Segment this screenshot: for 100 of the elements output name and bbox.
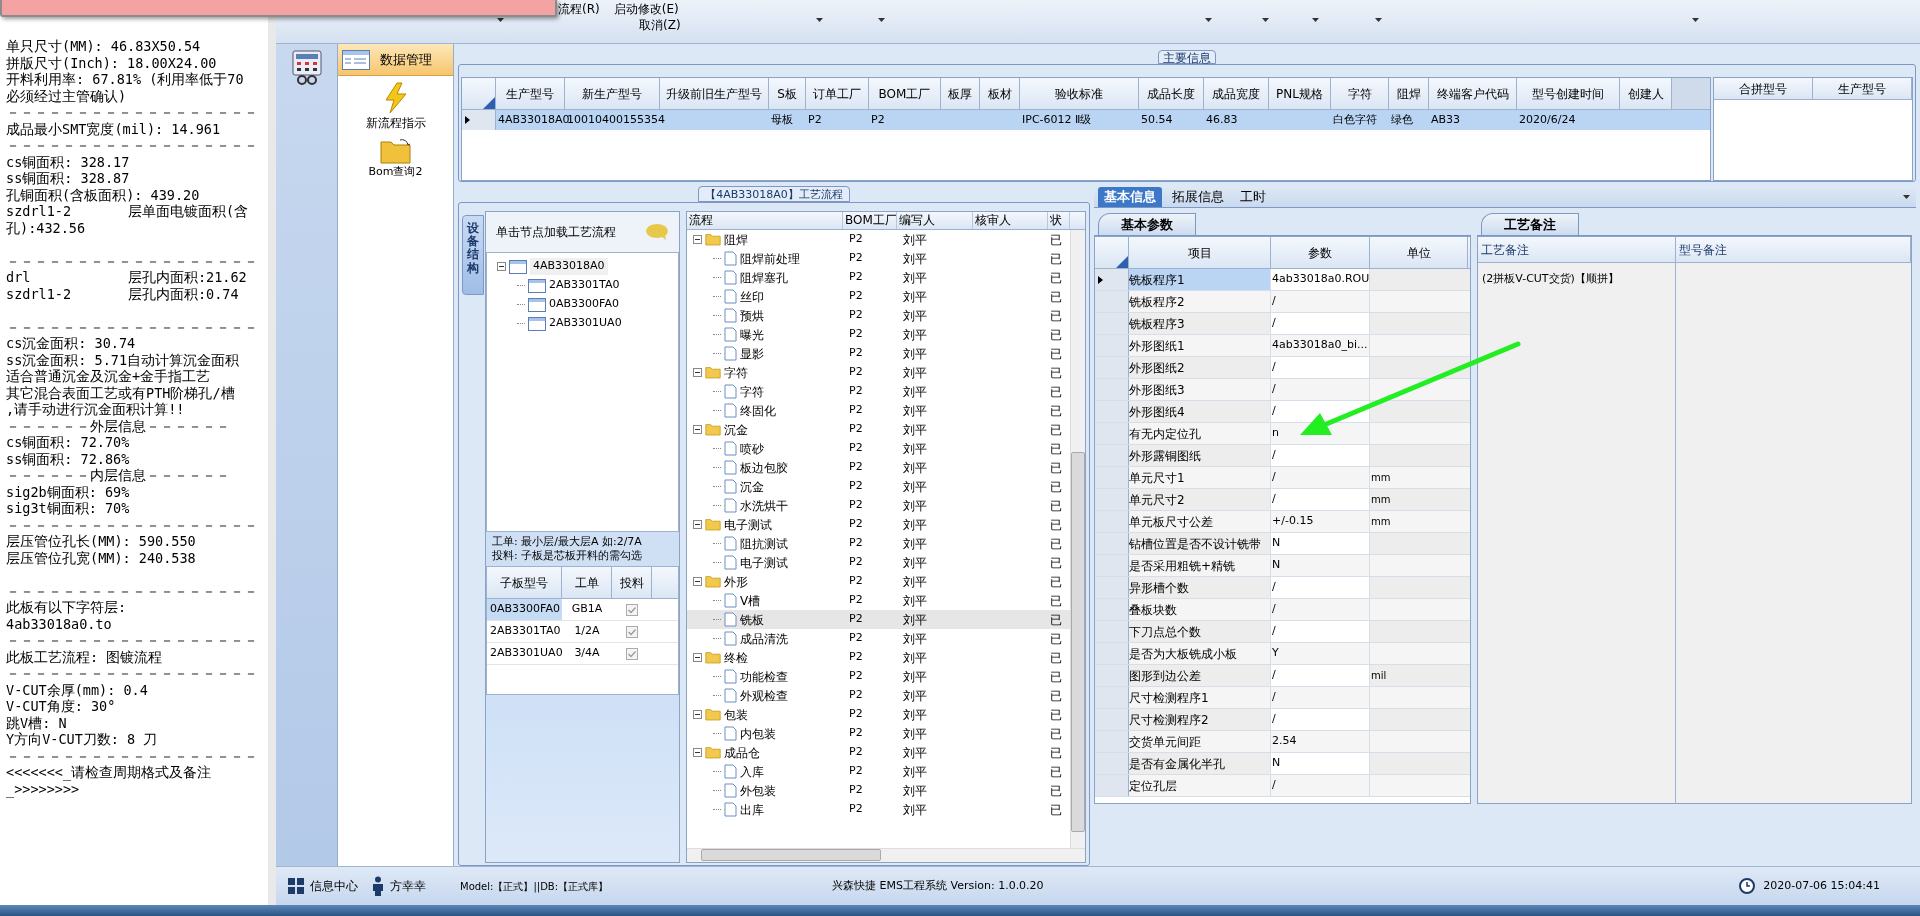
table-cell-text: 刘平 <box>902 307 928 325</box>
grid-icon[interactable] <box>288 878 304 894</box>
table-cell-text: 刘平 <box>902 478 928 496</box>
column-header[interactable]: 工单 <box>562 567 612 598</box>
column-header[interactable]: 流程 <box>687 212 843 229</box>
column-header[interactable]: 生产型号 <box>496 78 565 109</box>
vertical-scrollbar[interactable] <box>1070 230 1085 848</box>
dropdown-arrow-icon[interactable] <box>497 18 504 22</box>
dropdown-arrow-icon[interactable] <box>1262 18 1269 22</box>
tab[interactable]: 工时 <box>1234 187 1272 207</box>
column-header[interactable]: 生产型号 <box>1813 78 1912 99</box>
column-header[interactable]: 参数 <box>1271 237 1370 268</box>
collapse-icon[interactable] <box>693 368 702 377</box>
horizontal-scrollbar[interactable] <box>687 848 1085 862</box>
ribbon-button[interactable]: 启动修改(E) <box>613 1 679 17</box>
tab[interactable]: 基本信息 <box>1098 187 1162 207</box>
collapse-icon[interactable] <box>693 710 702 719</box>
table-cell-text: 刘平 <box>902 725 928 743</box>
table-cell[interactable]: 铣板程序1 <box>1129 269 1271 290</box>
table-cell[interactable]: 0AB3300FA0 <box>487 599 562 620</box>
column-header[interactable]: 编写人 <box>897 212 973 229</box>
checkbox[interactable] <box>626 603 638 616</box>
dropdown-arrow-icon[interactable] <box>1903 194 1910 199</box>
side-tab[interactable]: 设备结构 <box>462 215 484 295</box>
column-header[interactable]: 字符 <box>1331 78 1389 109</box>
sub-tab[interactable]: 基本参数 <box>1098 213 1196 235</box>
column-header[interactable]: 阻焊 <box>1389 78 1429 109</box>
column-header[interactable]: 订单工厂 <box>806 78 869 109</box>
document-icon <box>724 764 737 779</box>
table-cell-text: 刘平 <box>902 364 928 382</box>
column-header[interactable]: S板 <box>769 78 806 109</box>
column-header[interactable]: 合拼型号 <box>1714 78 1813 99</box>
window-icon <box>528 316 546 331</box>
column-header[interactable]: 状 <box>1048 212 1070 229</box>
report-line: 层压管位孔宽(MM): 240.538 <box>6 549 197 566</box>
folder-icon <box>705 366 721 379</box>
collapse-icon[interactable] <box>693 577 702 586</box>
dropdown-arrow-icon[interactable] <box>1692 18 1699 22</box>
dropdown-arrow-icon[interactable] <box>1312 18 1319 22</box>
table-row[interactable]: 4AB33018A010010400155354 母板 P2 P2 IPC-6012 Ⅱ级 50.54 46.83 白色字符 绿色 AB33 2020/6/24 <box>462 110 1710 130</box>
column-header[interactable]: 板材 <box>980 78 1020 109</box>
ribbon-button[interactable]: 取消(Z) <box>639 17 681 33</box>
column-header[interactable]: PNL规格 <box>1269 78 1331 109</box>
column-header[interactable]: 终端客户代码 <box>1429 78 1517 109</box>
table-cell[interactable]: 2AB3301TA0 <box>487 621 562 642</box>
dropdown-arrow-icon[interactable] <box>1375 18 1382 22</box>
tree-label[interactable]: 4AB33018A0 <box>530 258 608 275</box>
checkbox[interactable] <box>626 647 638 660</box>
collapse-icon[interactable] <box>693 425 702 434</box>
document-icon <box>724 498 737 513</box>
dropdown-arrow-icon[interactable] <box>816 18 823 22</box>
column-header[interactable]: 型号创建时间 <box>1517 78 1620 109</box>
table-cell-text: P2 <box>848 592 864 609</box>
nav-item[interactable]: Bom查询2 <box>368 164 423 180</box>
tree-label[interactable]: 0AB3300FA0 <box>549 296 619 313</box>
column-header[interactable]: 成品宽度 <box>1204 78 1269 109</box>
table-cell-text: 刘平 <box>902 516 928 534</box>
dropdown-arrow-icon[interactable] <box>1205 18 1212 22</box>
calculator-icon[interactable] <box>290 50 323 86</box>
column-header[interactable]: 投料 <box>612 567 652 598</box>
folder-icon <box>379 138 412 164</box>
row-header[interactable] <box>462 110 496 130</box>
nav-item[interactable]: 新流程指示 <box>365 114 426 132</box>
module-label[interactable]: 信息中心 <box>310 877 358 895</box>
column-header[interactable]: 验收标准 <box>1020 78 1139 109</box>
table-cell-text: 刘平 <box>902 668 928 686</box>
column-header[interactable]: 型号备注 <box>1676 237 1911 262</box>
tree-label[interactable]: 2AB3301UA0 <box>549 315 622 332</box>
tree-row[interactable]: 铣板 P2 刘平 已 <box>687 610 1070 629</box>
checkbox[interactable] <box>626 625 638 638</box>
sub-tab[interactable]: 工艺备注 <box>1481 213 1579 235</box>
tab[interactable]: 拓展信息 <box>1166 187 1230 207</box>
report-line: V-CUT角度: 30° <box>6 698 117 715</box>
nav-header[interactable]: 数据管理 <box>338 44 453 76</box>
column-header[interactable]: BOM工厂 <box>843 212 897 229</box>
tree-label: 终固化 <box>740 402 776 420</box>
column-header[interactable]: BOM工厂 <box>869 78 941 109</box>
column-header[interactable]: 核审人 <box>973 212 1048 229</box>
column-header[interactable]: 工艺备注 <box>1478 237 1676 262</box>
column-header[interactable]: 升级前旧生产型号 <box>660 78 769 109</box>
table-cell-text: 刘平 <box>902 383 928 401</box>
tree-label[interactable]: 2AB3301TA0 <box>549 277 620 294</box>
ribbon-button[interactable]: 流程(R) <box>558 1 600 17</box>
column-header[interactable]: 单位 <box>1370 237 1468 268</box>
table-cell[interactable]: 2AB3301UA0 <box>487 643 562 664</box>
column-header[interactable]: 板厚 <box>941 78 980 109</box>
dropdown-arrow-icon[interactable] <box>878 18 885 22</box>
document-icon <box>724 327 737 342</box>
column-header[interactable]: 项目 <box>1129 237 1271 268</box>
collapse-icon[interactable] <box>497 262 506 271</box>
collapse-icon[interactable] <box>693 235 702 244</box>
tree-label: 外形 <box>724 573 748 591</box>
report-line: －－－－－－－－－－－－－－－－－－ <box>6 318 259 335</box>
collapse-icon[interactable] <box>693 653 702 662</box>
collapse-icon[interactable] <box>693 520 702 529</box>
row-header[interactable] <box>1095 269 1129 290</box>
column-header[interactable]: 子板型号 <box>487 567 562 598</box>
collapse-icon[interactable] <box>693 748 702 757</box>
column-header[interactable]: 成品长度 <box>1139 78 1204 109</box>
column-header[interactable]: 新生产型号 <box>565 78 660 109</box>
